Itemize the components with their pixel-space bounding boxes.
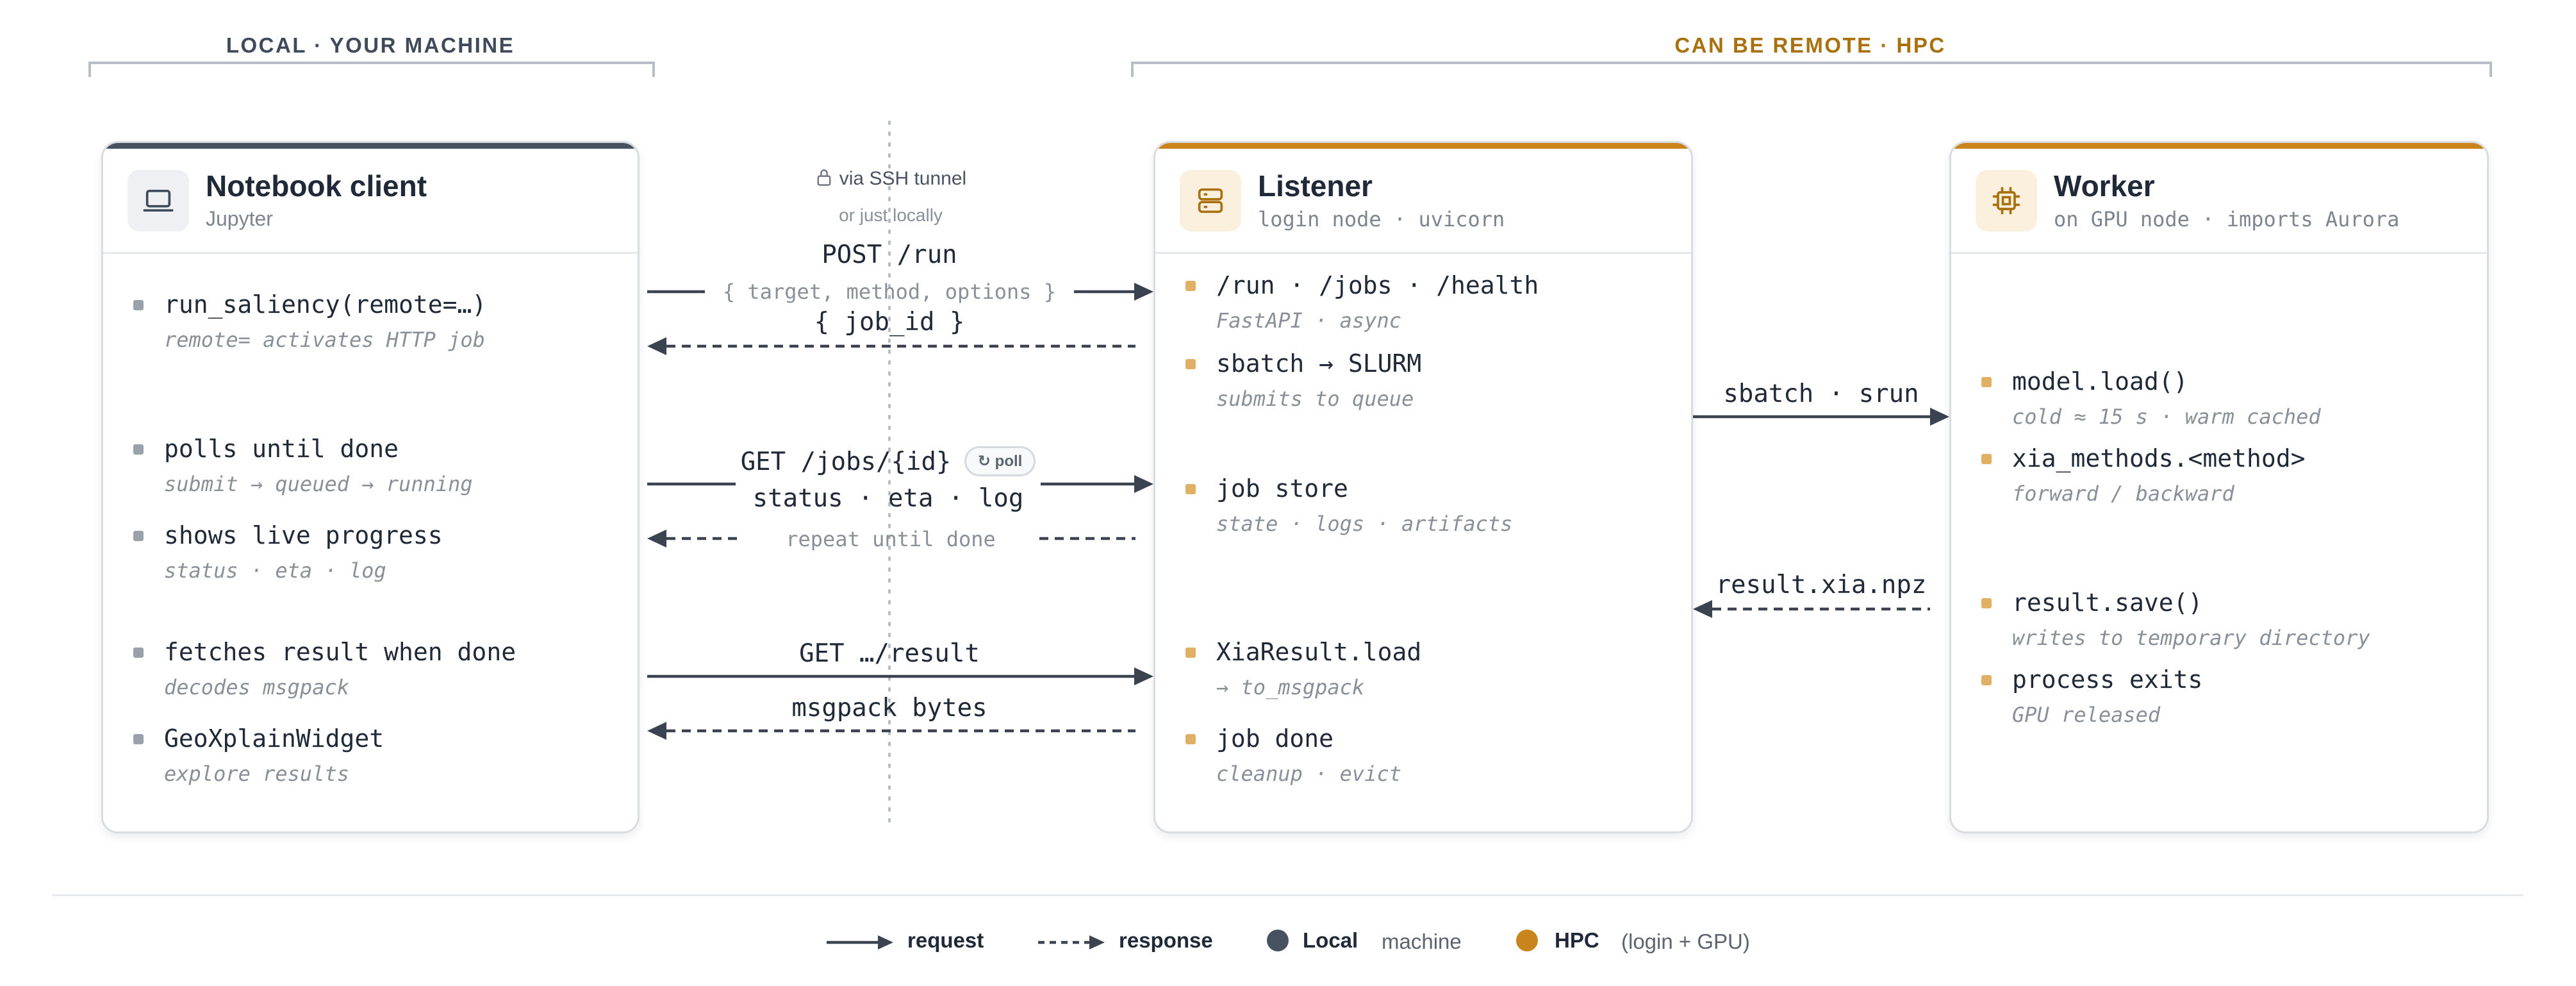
bullet <box>1185 484 1196 494</box>
item-sub: submit → queued → running <box>164 472 473 496</box>
get-jobs-group: GET /jobs/{id} ↻ poll <box>736 446 1041 476</box>
item-label: job done <box>1216 724 1334 753</box>
get-result-label: GET …/result <box>799 639 980 668</box>
bullet <box>133 531 144 541</box>
arrow-sbatch-srun-request <box>1693 408 1949 426</box>
card-subtitle: Jupyter <box>206 207 273 230</box>
item-label: run_saliency(remote=…) <box>164 290 487 319</box>
legend-response-label: response <box>1119 928 1213 952</box>
item-sub: writes to temporary directory <box>2012 626 2370 650</box>
bullet <box>133 734 144 744</box>
item-label: xia_methods.<method> <box>2012 444 2306 472</box>
bullet <box>1185 359 1196 369</box>
arrow-get-result-request <box>647 667 1153 685</box>
item-label: process exits <box>2012 665 2203 694</box>
item-sub: cold ≈ 15 s · warm cached <box>2012 405 2321 429</box>
result-file-label: result.xia.npz <box>1715 571 1927 599</box>
item-sub: state · logs · artifacts <box>1216 512 1513 536</box>
sbatch-srun-label: sbatch · srun <box>1723 380 1919 408</box>
item-label: sbatch → SLURM <box>1216 349 1422 378</box>
item-sub: GPU released <box>2012 703 2161 727</box>
card-subtitle: on GPU node · imports Aurora <box>2054 207 2400 231</box>
card-header: Listener login node · uvicorn <box>1155 143 1691 254</box>
legend-request-line <box>827 935 893 949</box>
post-payload-label: { target, method, options } <box>722 280 1057 304</box>
item-sub: FastAPI · async <box>1216 308 1401 333</box>
bullet <box>1981 454 1992 464</box>
legend-divider <box>53 894 2523 896</box>
poll-badge: ↻ poll <box>964 446 1036 476</box>
server-icon <box>1180 170 1241 231</box>
item-label: XiaResult.load <box>1216 638 1422 666</box>
bullet <box>1981 675 1992 685</box>
item-sub: explore results <box>164 762 349 786</box>
item-label: polls until done <box>164 435 399 463</box>
legend-hpc-label: HPC <box>1555 928 1599 952</box>
legend-hpc-desc: (login + GPU) <box>1621 930 1750 953</box>
item-label: model.load() <box>2012 367 2188 396</box>
worker-card: Worker on GPU node · imports Aurora mode… <box>1949 141 2489 833</box>
legend-hpc-dot <box>1516 930 1538 951</box>
msgpack-label: msgpack bytes <box>791 694 987 723</box>
bullet <box>1185 281 1196 291</box>
tunnel-alt-label: or just locally <box>839 205 943 225</box>
cpu-chip-icon <box>1976 170 2037 231</box>
item-label: job store <box>1216 474 1348 503</box>
legend-local-desc: machine <box>1382 930 1462 953</box>
notebook-client-card: Notebook client Jupyter run_saliency(rem… <box>101 141 640 833</box>
item-sub: status · eta · log <box>164 558 386 583</box>
get-jobs-label: GET /jobs/{id} <box>740 447 952 476</box>
legend-local-label: Local <box>1303 928 1358 952</box>
arrow-job-id-response <box>647 337 1135 355</box>
legend-response-line <box>1038 935 1105 949</box>
tunnel-label: via SSH tunnel <box>769 168 1012 192</box>
lock-icon <box>815 168 833 192</box>
bullet <box>1185 734 1196 744</box>
card-title: Notebook client <box>206 169 427 203</box>
item-sub: → to_msgpack <box>1216 675 1365 699</box>
post-run-label: POST /run <box>822 240 957 269</box>
tunnel-text: via SSH tunnel <box>839 168 967 189</box>
card-title: Worker <box>2054 169 2155 203</box>
item-label: shows live progress <box>164 521 443 549</box>
bullet <box>133 300 144 310</box>
item-sub: submits to queue <box>1216 387 1414 411</box>
item-sub: decodes msgpack <box>164 675 349 699</box>
bullet <box>133 648 144 658</box>
listener-card: Listener login node · uvicorn /run · /jo… <box>1153 141 1693 833</box>
item-label: fetches result when done <box>164 638 516 666</box>
legend-request-label: request <box>907 928 984 952</box>
card-header: Notebook client Jupyter <box>103 143 638 254</box>
repeat-label: repeat until done <box>786 527 996 551</box>
card-title: Listener <box>1258 169 1373 203</box>
bullet <box>133 444 144 455</box>
job-id-label: { job_id } <box>814 308 965 337</box>
item-label: GeoXplainWidget <box>164 724 384 753</box>
card-header: Worker on GPU node · imports Aurora <box>1951 143 2487 254</box>
item-label: result.save() <box>2012 589 2203 617</box>
item-sub: forward / backward <box>2012 481 2234 506</box>
item-sub: cleanup · evict <box>1216 762 1401 786</box>
status-response-label: status · eta · log <box>752 484 1024 513</box>
bullet <box>1185 648 1196 658</box>
arrow-msgpack-response <box>647 722 1135 740</box>
item-label: /run · /jobs · /health <box>1216 271 1539 299</box>
bullet <box>1981 377 1992 387</box>
card-subtitle: login node · uvicorn <box>1258 207 1505 231</box>
item-sub: remote= activates HTTP job <box>164 328 485 352</box>
bullet <box>1981 598 1992 608</box>
arrow-result-file-response <box>1693 600 1930 618</box>
legend-local-dot <box>1267 930 1289 951</box>
laptop-icon <box>128 170 189 231</box>
